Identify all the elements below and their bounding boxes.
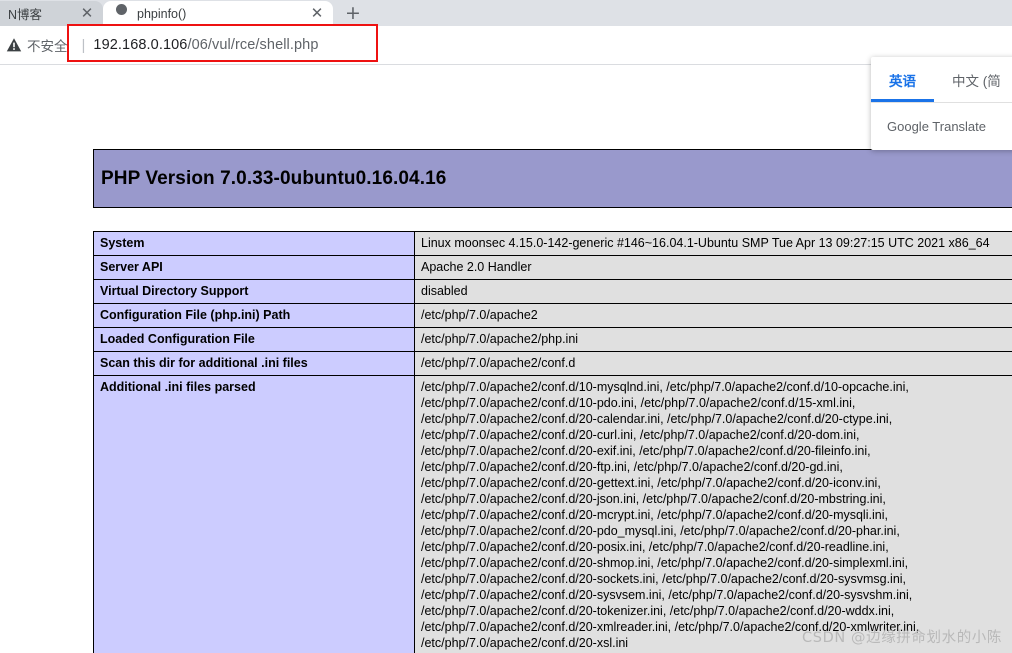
ini-file-line: /etc/php/7.0/apache2/conf.d/10-mysqlnd.i…	[421, 380, 909, 394]
row-key: System	[93, 231, 415, 256]
address-separator: |	[81, 36, 86, 54]
security-label: 不安全	[27, 39, 68, 54]
row-key: Virtual Directory Support	[93, 279, 415, 304]
tab-phpinfo[interactable]: phpinfo() ✕	[103, 1, 333, 26]
tab-title: N博客	[8, 8, 43, 22]
table-row: Virtual Directory Support disabled	[93, 279, 1012, 304]
watermark: CSDN @边缘拼命划水的小陈	[802, 630, 1002, 646]
translate-popup[interactable]: 英语 中文 (简 Google Translate	[871, 57, 1012, 150]
row-value-ini-list: /etc/php/7.0/apache2/conf.d/10-mysqlnd.i…	[414, 375, 1012, 653]
phpinfo-table: System Linux moonsec 4.15.0-142-generic …	[93, 231, 1012, 653]
row-key: Additional .ini files parsed	[93, 375, 415, 653]
row-key: Configuration File (php.ini) Path	[93, 303, 415, 328]
row-key: Server API	[93, 255, 415, 280]
ini-file-line: /etc/php/7.0/apache2/conf.d/20-shmop.ini…	[421, 556, 909, 570]
ini-file-line: /etc/php/7.0/apache2/conf.d/20-curl.ini,…	[421, 428, 860, 442]
tab-title: phpinfo()	[137, 6, 187, 21]
php-version-banner: PHP Version 7.0.33-0ubuntu0.16.04.16	[93, 149, 1012, 208]
phpinfo-table-body: System Linux moonsec 4.15.0-142-generic …	[93, 231, 1012, 653]
row-value: /etc/php/7.0/apache2/conf.d	[414, 351, 1012, 376]
row-value: /etc/php/7.0/apache2	[414, 303, 1012, 328]
ini-file-line: /etc/php/7.0/apache2/conf.d/20-json.ini,…	[421, 492, 886, 506]
translate-language-tabs: 英语 中文 (简	[871, 57, 1012, 103]
ini-file-line: /etc/php/7.0/apache2/conf.d/20-calendar.…	[421, 412, 893, 426]
site-security-indicator[interactable]: 不安全	[6, 35, 74, 55]
tab-csdn-blog[interactable]: N博客 ✕	[0, 1, 103, 26]
ini-file-line: /etc/php/7.0/apache2/conf.d/20-sockets.i…	[421, 572, 907, 586]
new-tab-button[interactable]: +	[339, 0, 367, 26]
table-row: Loaded Configuration File /etc/php/7.0/a…	[93, 327, 1012, 352]
ini-file-line: /etc/php/7.0/apache2/conf.d/20-tokenizer…	[421, 604, 895, 618]
row-key: Loaded Configuration File	[93, 327, 415, 352]
globe-icon	[113, 6, 129, 22]
tab-strip: N博客 ✕ phpinfo() ✕ +	[0, 0, 1012, 26]
ini-file-line: /etc/php/7.0/apache2/conf.d/20-ftp.ini, …	[421, 460, 843, 474]
warning-triangle-icon	[6, 38, 22, 52]
url-path: /06/vul/rce/shell.php	[187, 37, 319, 53]
ini-file-line: /etc/php/7.0/apache2/conf.d/20-exif.ini,…	[421, 444, 871, 458]
ini-file-line: /etc/php/7.0/apache2/conf.d/20-gettext.i…	[421, 476, 881, 490]
translate-tab-english[interactable]: 英语	[871, 57, 934, 102]
browser-window: N博客 ✕ phpinfo() ✕ + 不安全 | 192.168.0.106/…	[0, 0, 1012, 653]
page-viewport: PHP Version 7.0.33-0ubuntu0.16.04.16 Sys…	[0, 65, 1012, 653]
address-bar[interactable]: 不安全 | 192.168.0.106/06/vul/rce/shell.php	[0, 26, 1012, 65]
table-row: Server API Apache 2.0 Handler	[93, 255, 1012, 280]
ini-file-line: /etc/php/7.0/apache2/conf.d/20-sysvsem.i…	[421, 588, 913, 602]
url-text[interactable]: 192.168.0.106/06/vul/rce/shell.php	[93, 37, 318, 53]
row-value: Linux moonsec 4.15.0-142-generic #146~16…	[414, 231, 1012, 256]
ini-file-line: /etc/php/7.0/apache2/conf.d/20-mcrypt.in…	[421, 508, 888, 522]
table-row-additional-ini: Additional .ini files parsed /etc/php/7.…	[93, 375, 1012, 653]
translate-footer-label: Google Translate	[887, 119, 987, 134]
close-icon[interactable]: ✕	[79, 5, 95, 22]
row-value: disabled	[414, 279, 1012, 304]
ini-file-line: /etc/php/7.0/apache2/conf.d/20-posix.ini…	[421, 540, 889, 554]
translate-tab-chinese[interactable]: 中文 (简	[934, 57, 1012, 102]
url-host: 192.168.0.106	[93, 37, 188, 53]
table-row: Configuration File (php.ini) Path /etc/p…	[93, 303, 1012, 328]
row-value: /etc/php/7.0/apache2/php.ini	[414, 327, 1012, 352]
row-key: Scan this dir for additional .ini files	[93, 351, 415, 376]
page-title: PHP Version 7.0.33-0ubuntu0.16.04.16	[101, 167, 447, 189]
row-value: Apache 2.0 Handler	[414, 255, 1012, 280]
ini-file-line: /etc/php/7.0/apache2/conf.d/20-pdo_mysql…	[421, 524, 900, 538]
table-row: Scan this dir for additional .ini files …	[93, 351, 1012, 376]
close-icon[interactable]: ✕	[309, 5, 325, 22]
ini-file-line: /etc/php/7.0/apache2/conf.d/10-pdo.ini, …	[421, 396, 856, 410]
table-row: System Linux moonsec 4.15.0-142-generic …	[93, 231, 1012, 256]
